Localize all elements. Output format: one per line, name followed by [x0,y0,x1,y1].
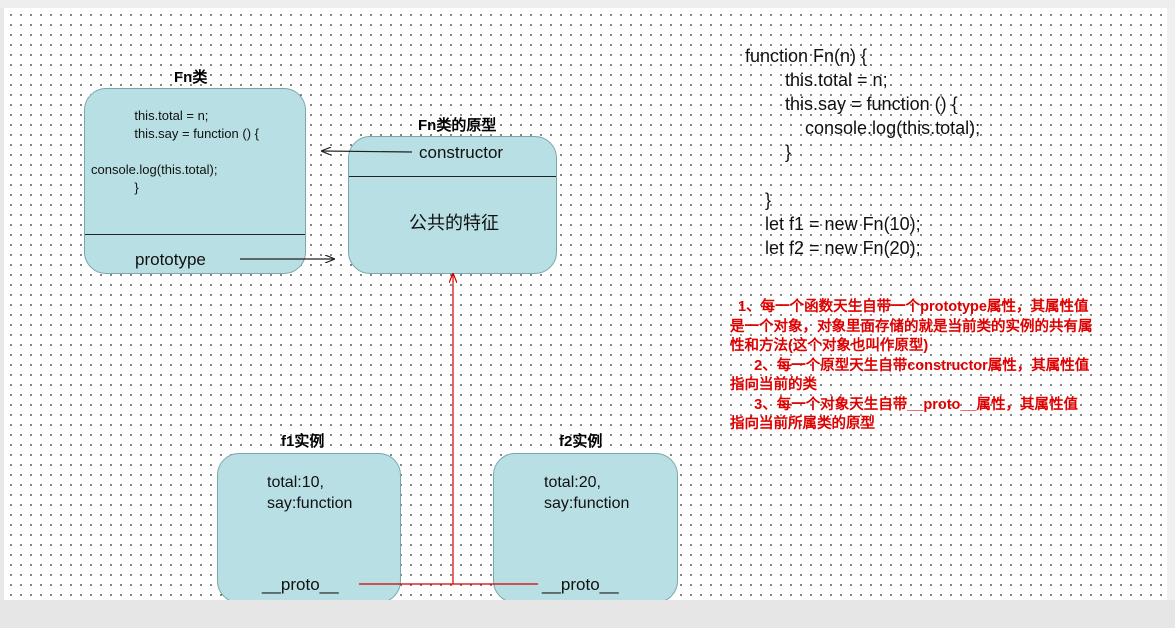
note-line-7: 指向当前所属类的原型 [730,416,875,432]
note-line-3: 性和方法(这个对象也叫作原型) [730,338,929,354]
code-line-8: let f1 = new Fn(10); [745,214,921,234]
notes-text: 1、每一个函数天生自带一个prototype属性，其属性值 是一个对象，对象里面… [730,298,1093,435]
code-line-3: this.say = function () { [745,94,958,114]
code-line-7: } [745,190,772,210]
note-line-4: 2、每一个原型天生自带constructor属性，其属性值 [730,357,1090,374]
note-line-2: 是一个对象，对象里面存储的就是当前类的实例的共有属 [730,318,1093,335]
constructor-arrow [322,151,413,152]
code-line-9: let f2 = new Fn(20); [745,238,921,258]
diagram-canvas: Fn类 this.total = n; this.say = function … [4,8,1167,600]
horizontal-scrollbar[interactable] [0,600,1175,628]
vertical-scrollbar[interactable] [1167,8,1175,600]
code-line-1: function Fn(n) { [745,46,868,66]
note-line-1: 1、每一个函数天生自带一个prototype属性，其属性值 [730,299,1089,315]
note-line-5: 指向当前的类 [730,377,817,393]
code-line-2: this.total = n; [745,70,888,90]
code-block: function Fn(n) { this.total = n; this.sa… [745,44,980,260]
top-bar [0,0,1175,8]
code-line-4: console.log(this.total); [745,118,981,138]
note-line-6: 3、每一个对象天生自带__proto__属性，其属性值 [730,396,1079,413]
code-line-5: } [745,142,792,162]
